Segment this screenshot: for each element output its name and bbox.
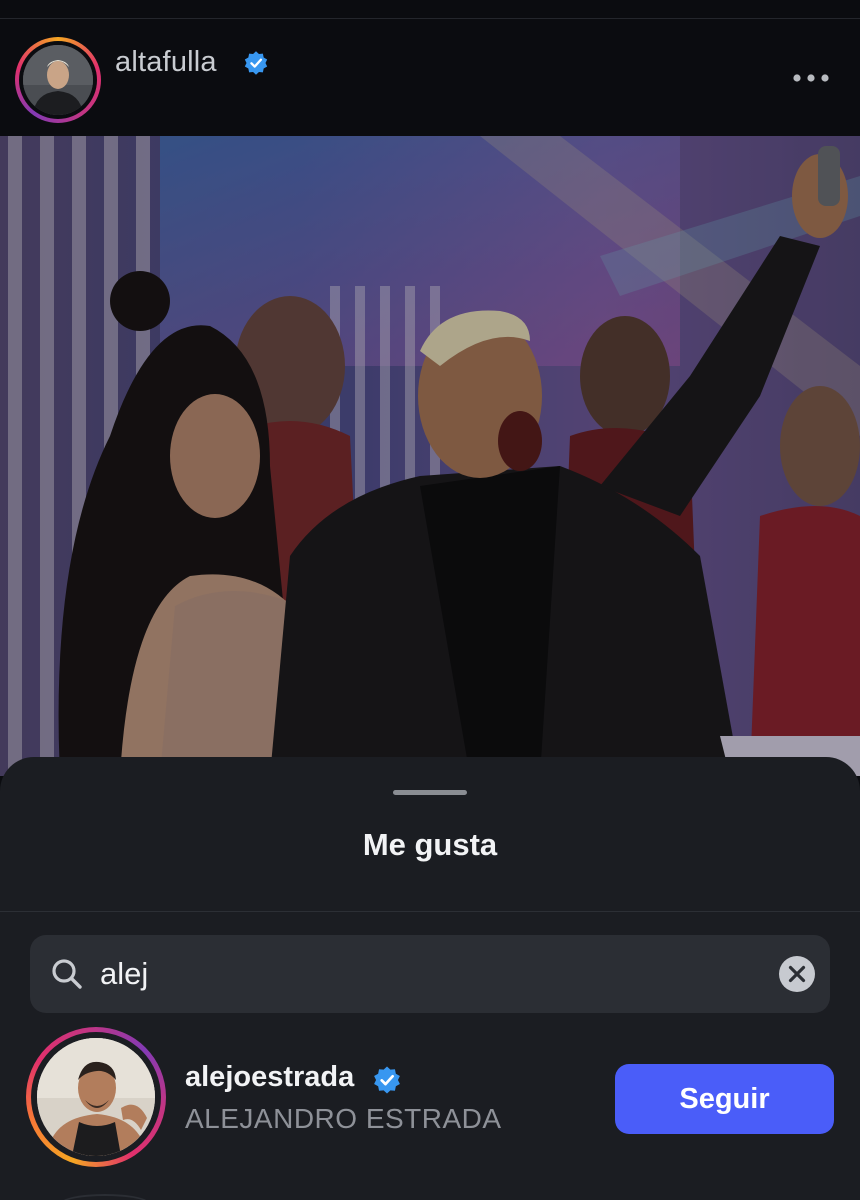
next-list-item-avatar xyxy=(60,1194,150,1200)
post-author-username[interactable]: altafulla xyxy=(115,46,217,79)
verified-badge-icon xyxy=(374,1066,400,1094)
likes-bottom-sheet: Me gusta alej alejoestrada ALEJANDRO EST… xyxy=(0,757,860,1200)
list-item[interactable]: alejoestrada ALEJANDRO ESTRADA Seguir xyxy=(0,1027,860,1172)
search-icon xyxy=(52,959,82,989)
post-header: altafulla xyxy=(0,19,860,136)
result-full-name: ALEJANDRO ESTRADA xyxy=(185,1103,502,1134)
sheet-divider xyxy=(0,911,860,912)
avatar-image xyxy=(23,45,93,115)
user-avatar[interactable] xyxy=(26,1027,166,1167)
follow-button[interactable]: Seguir xyxy=(615,1064,834,1134)
post-photo[interactable] xyxy=(0,136,860,776)
search-bar[interactable] xyxy=(30,935,830,1013)
instagram-post-screen: altafulla Me gusta alej alejoestrada ALE… xyxy=(0,0,860,1200)
search-input[interactable] xyxy=(100,949,750,999)
more-horizontal-icon[interactable] xyxy=(790,71,832,85)
verified-badge-icon xyxy=(244,51,268,75)
result-username[interactable]: alejoestrada xyxy=(185,1061,354,1094)
sheet-grabber-handle[interactable] xyxy=(393,790,467,795)
post-author-avatar[interactable] xyxy=(15,37,101,123)
sheet-title: Me gusta xyxy=(362,827,498,862)
clear-icon[interactable] xyxy=(778,955,816,993)
avatar-image xyxy=(37,1038,155,1156)
